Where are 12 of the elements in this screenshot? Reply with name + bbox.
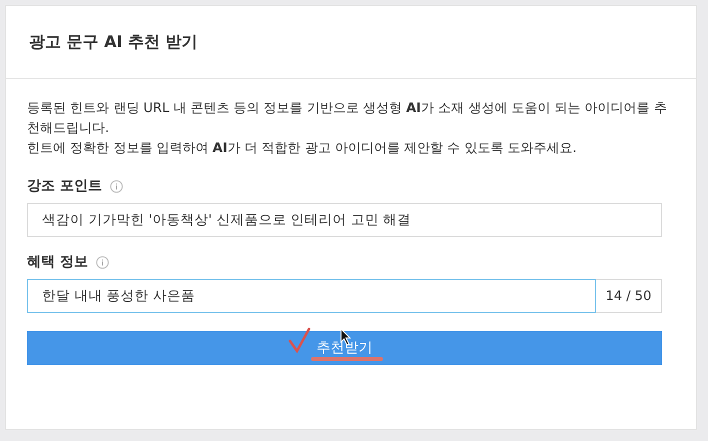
panel-title: 광고 문구 AI 추천 받기	[29, 32, 198, 52]
info-icon[interactable]	[96, 256, 109, 268]
field-label: 혜택 정보	[27, 253, 88, 271]
underline-mark	[311, 357, 383, 361]
field-label: 강조 포인트	[27, 177, 102, 195]
character-counter: 14 / 50	[596, 279, 662, 313]
description-text: 등록된 힌트와 랜딩 URL 내 콘텐츠 등의 정보를 기반으로 생성형 AI가 소재 생성에 도움이 되는 아이디어를 추천해드립니다.	[27, 100, 668, 138]
input-field[interactable]: 색감이 기가막힌 '아동책상' 신제품으로 인테리어 고민 해결	[27, 203, 662, 237]
description-text: 힌트에 정확한 정보를 입력하여 AI가 더 적합한 광고 아이디어를 제안할 수 있도록 도와주세요.	[27, 140, 578, 158]
check-mark-icon	[287, 325, 313, 355]
info-icon[interactable]	[110, 180, 123, 192]
input-field[interactable]: 한달 내내 풍성한 사은품	[27, 279, 596, 313]
